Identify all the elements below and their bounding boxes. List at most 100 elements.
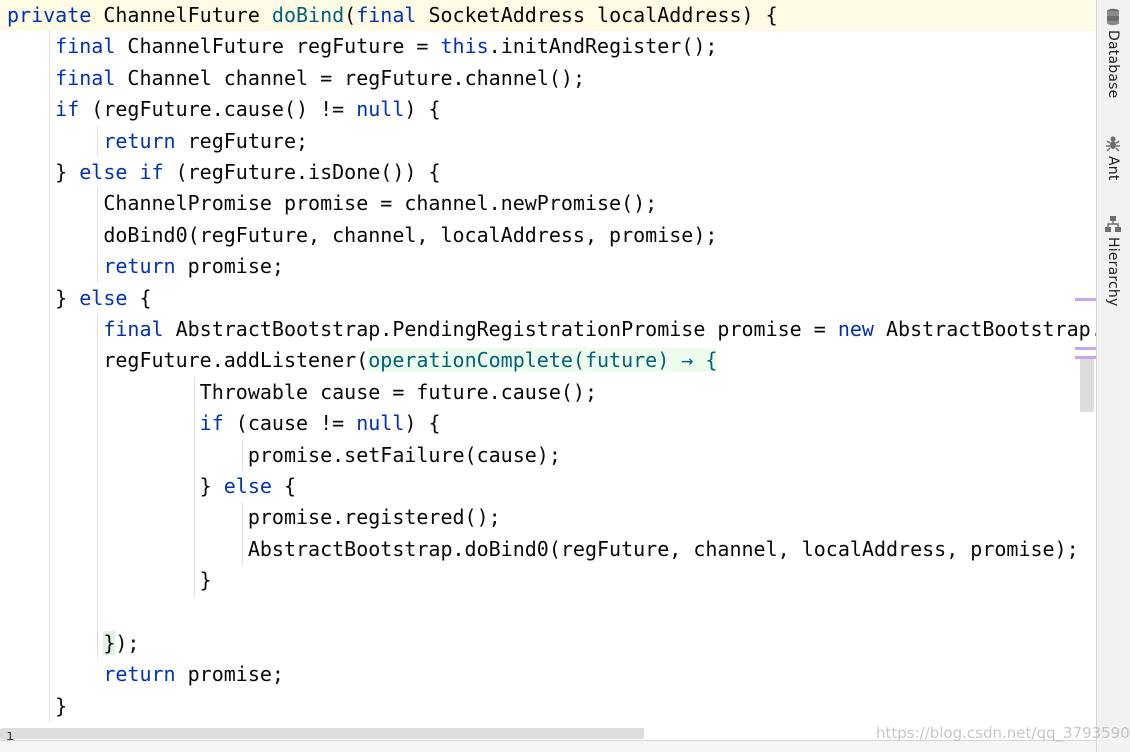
code-token: AbstractBootstrap. — [886, 317, 1096, 341]
tool-window-label: Database — [1105, 30, 1121, 99]
code-token: AbstractBootstrap.doBind0(regFuture, cha… — [7, 536, 1079, 561]
vertical-scrollbar-thumb[interactable] — [1080, 358, 1094, 412]
code-token: else — [79, 285, 140, 310]
code-line[interactable]: doBind0(regFuture, channel, localAddress… — [0, 220, 717, 251]
error-stripe-marker[interactable] — [1075, 356, 1096, 359]
code-line[interactable]: } else if (regFuture.isDone()) { — [0, 157, 440, 188]
code-line[interactable]: if (regFuture.cause() != null) { — [0, 94, 441, 125]
code-token: } — [7, 285, 80, 310]
watermark: https://blog.csdn.net/qq_37935909 — [876, 724, 1130, 742]
code-token: .initAndRegister(); — [488, 34, 718, 59]
code-token: { — [139, 285, 152, 310]
code-line[interactable]: return promise; — [0, 251, 284, 282]
code-token: this — [440, 34, 489, 59]
ant-icon — [1104, 134, 1122, 152]
code-token: ChannelPromise promise = channel.newProm… — [7, 191, 658, 216]
code-editor[interactable]: private ChannelFuture doBind(final Socke… — [0, 0, 1096, 740]
code-token: } — [7, 693, 68, 718]
code-token: { — [283, 474, 297, 498]
code-token: if — [55, 97, 92, 122]
code-line[interactable]: regFuture.addListener(operationComplete(… — [0, 345, 718, 376]
code-line[interactable]: } — [0, 691, 67, 722]
code-token: private — [7, 3, 104, 27]
code-line[interactable]: } else { — [0, 283, 152, 314]
code-token: regFuture.addListener( — [7, 348, 369, 373]
code-line[interactable]: }); — [0, 628, 139, 659]
code-token: ChannelFuture — [103, 3, 272, 27]
tool-window-label: Hierarchy — [1105, 237, 1121, 307]
code-token: null — [356, 411, 405, 436]
code-line[interactable]: ChannelPromise promise = channel.newProm… — [0, 188, 657, 219]
code-token: return — [103, 254, 188, 279]
ide-window: private ChannelFuture doBind(final Socke… — [0, 0, 1130, 752]
code-token: Throwable cause = future.cause(); — [7, 379, 598, 404]
code-token: else — [223, 474, 284, 498]
code-token: return — [103, 662, 188, 687]
code-line[interactable]: } — [0, 565, 212, 596]
code-token: } — [7, 160, 80, 184]
tool-window-hierarchy[interactable]: Hierarchy — [1096, 215, 1130, 306]
code-line[interactable]: promise.registered(); — [0, 502, 501, 533]
tool-window-ant[interactable]: Ant — [1096, 134, 1130, 181]
code-token: null — [356, 97, 405, 122]
code-token: operationComplete(future) → { — [368, 348, 718, 373]
code-line[interactable]: Throwable cause = future.cause(); — [0, 377, 597, 408]
code-token: return — [103, 128, 188, 153]
right-tool-window-bar — [1096, 0, 1130, 752]
code-token: } — [7, 568, 212, 593]
code-token: final — [356, 3, 429, 27]
code-token: if — [199, 411, 236, 436]
code-token: Channel channel = regFuture.channel(); — [127, 65, 585, 90]
code-line[interactable]: } else { — [0, 471, 296, 502]
code-line[interactable]: promise.setFailure(cause); — [0, 440, 561, 471]
code-token: promise.registered(); — [7, 505, 501, 530]
corner-glyph: ı — [6, 728, 15, 744]
code-token: final — [55, 65, 128, 90]
horizontal-scrollbar[interactable] — [0, 728, 644, 739]
code-line[interactable]: final AbstractBootstrap.PendingRegistrat… — [0, 314, 1096, 345]
current-code-line[interactable]: private ChannelFuture doBind(final Socke… — [0, 0, 1096, 31]
database-icon — [1104, 8, 1122, 26]
code-token: SocketAddress localAddress) { — [428, 3, 778, 27]
code-token: new — [837, 317, 887, 341]
code-token: ) { — [404, 97, 441, 122]
code-line[interactable]: if (cause != null) { — [0, 408, 441, 439]
code-token: else if — [79, 160, 176, 184]
code-token: doBind0(regFuture, channel, localAddress… — [7, 222, 718, 247]
code-token: (cause != — [235, 411, 357, 436]
code-token: ChannelFuture regFuture = — [127, 34, 441, 59]
code-line[interactable]: return promise; — [0, 659, 284, 690]
code-line[interactable]: return regFuture; — [0, 126, 308, 157]
code-line[interactable]: AbstractBootstrap.doBind0(regFuture, cha… — [0, 534, 1079, 565]
code-line[interactable] — [0, 597, 7, 628]
code-token: } — [7, 474, 224, 498]
tool-window-label: Ant — [1105, 156, 1121, 181]
code-token: AbstractBootstrap.PendingRegistrationPro… — [175, 317, 838, 341]
error-stripe-marker[interactable] — [1075, 298, 1096, 301]
error-stripe-marker[interactable] — [1075, 347, 1096, 350]
code-token: final — [103, 317, 176, 341]
hierarchy-icon — [1104, 215, 1122, 233]
code-line[interactable]: final ChannelFuture regFuture = this.ini… — [0, 31, 717, 62]
code-token: promise; — [187, 662, 284, 687]
code-token: } — [103, 631, 116, 655]
code-token: (regFuture.isDone()) { — [175, 160, 441, 184]
code-token: promise; — [187, 254, 284, 279]
tool-window-database[interactable]: Database — [1096, 8, 1130, 98]
code-token: ); — [115, 631, 140, 655]
code-line[interactable]: final Channel channel = regFuture.channe… — [0, 63, 585, 94]
code-token: ( — [344, 3, 357, 27]
code-token: regFuture; — [187, 128, 309, 153]
code-token: ) { — [404, 411, 441, 436]
code-token: promise.setFailure(cause); — [7, 442, 561, 467]
code-token: doBind — [271, 3, 345, 27]
